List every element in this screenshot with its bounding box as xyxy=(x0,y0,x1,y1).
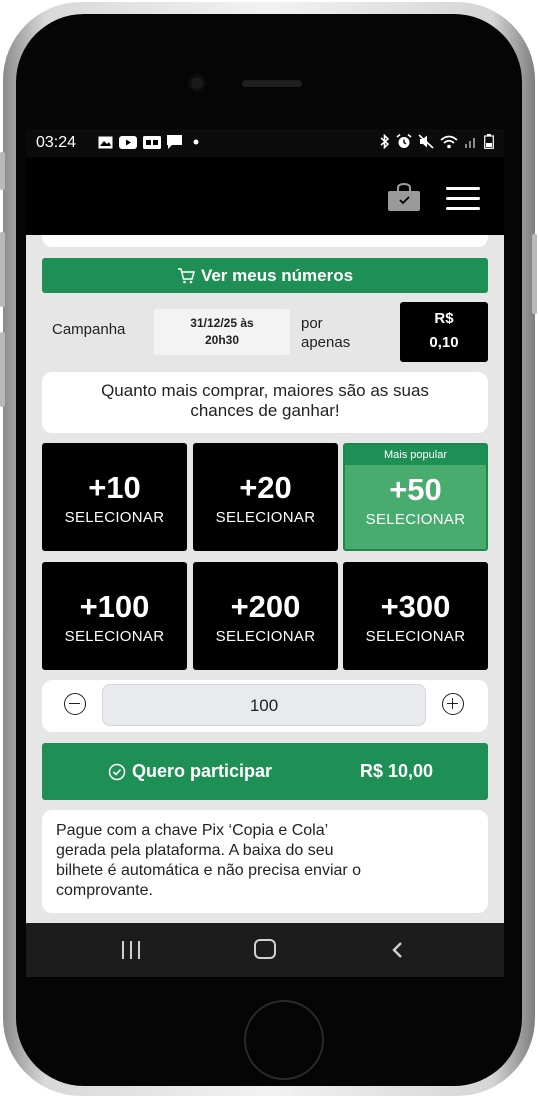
youtube-icon xyxy=(119,135,137,149)
plus-circle-icon[interactable] xyxy=(442,693,464,715)
option-select-label: SELECIONAR xyxy=(215,509,316,526)
view-my-numbers-label: Ver meus números xyxy=(200,265,354,285)
bluetooth-icon xyxy=(380,134,390,149)
participate-button[interactable]: Quero participar R$ 10,00 xyxy=(42,743,488,800)
app-header xyxy=(26,157,504,235)
main-content: Ver meus números Campanha 31/12/25 às 20… xyxy=(26,235,504,923)
option-plus-300[interactable]: +300 SELECIONAR xyxy=(343,562,488,670)
option-amount: +100 xyxy=(79,589,150,624)
minus-circle-icon[interactable] xyxy=(64,693,86,715)
info-message: Quanto mais comprar, maiores são as suas… xyxy=(42,372,488,433)
option-plus-10[interactable]: +10 SELECIONAR xyxy=(42,443,187,551)
home-icon[interactable] xyxy=(254,939,276,959)
ticket-price-value: 0,10 xyxy=(429,334,459,351)
alarm-icon xyxy=(396,134,412,148)
pix-instructions: Pague com a chave Pix ‘Copia e Cola’ ger… xyxy=(42,810,488,913)
dot-icon xyxy=(193,139,199,145)
participate-total: R$ 10,00 xyxy=(360,761,434,781)
participate-label: Quero participar xyxy=(132,761,273,781)
pix-instructions-line: gerada pela plataforma. A baixa do seu xyxy=(56,842,334,859)
side-button-volume-up xyxy=(0,232,5,307)
wifi-icon xyxy=(440,135,458,148)
price-prefix-line2: apenas xyxy=(301,334,351,351)
option-select-label: SELECIONAR xyxy=(365,628,466,645)
android-nav-bar xyxy=(26,923,504,977)
previous-card xyxy=(42,235,488,247)
system-icons xyxy=(380,134,494,149)
option-amount: +300 xyxy=(380,589,451,624)
quantity-stepper: 100 xyxy=(42,680,488,732)
option-amount: +10 xyxy=(88,470,141,505)
ticket-price: R$ 0,10 xyxy=(400,302,488,362)
info-message-line2: chances de ganhar! xyxy=(190,401,340,420)
recent-apps-icon[interactable] xyxy=(122,941,142,959)
hamburger-menu-icon[interactable] xyxy=(446,187,480,211)
mute-icon xyxy=(418,134,434,149)
cart-icon xyxy=(177,267,195,283)
front-camera xyxy=(188,74,206,92)
back-icon[interactable] xyxy=(390,941,406,959)
status-bar: 03:24 xyxy=(26,129,504,157)
pix-instructions-line: comprovante. xyxy=(56,882,153,899)
phone-screen: 03:24 Ver meus números Campanha 31/12/25… xyxy=(26,129,504,977)
most-popular-badge: Mais popular xyxy=(345,445,486,465)
option-amount: +50 xyxy=(389,472,442,507)
option-amount: +20 xyxy=(239,470,292,505)
side-button-power xyxy=(532,234,537,314)
battery-icon xyxy=(484,134,494,149)
earpiece-speaker xyxy=(242,80,302,87)
side-button-mute xyxy=(0,152,5,190)
physical-home-button[interactable] xyxy=(244,1000,324,1080)
image-icon xyxy=(98,136,113,148)
notification-icons xyxy=(98,135,200,149)
shopping-bag-icon[interactable] xyxy=(388,183,420,211)
option-plus-200[interactable]: +200 SELECIONAR xyxy=(193,562,338,670)
participate-label-group: Quero participar xyxy=(108,761,272,782)
status-time: 03:24 xyxy=(36,134,77,151)
pix-instructions-line: bilhete é automática e não precisa envia… xyxy=(56,862,362,879)
option-select-label: SELECIONAR xyxy=(64,509,165,526)
campaign-date-line1: 31/12/25 às xyxy=(190,316,254,330)
caption-icon xyxy=(143,135,161,149)
chat-icon xyxy=(167,135,182,149)
campaign-date-line2: 20h30 xyxy=(204,333,240,347)
signal-icon xyxy=(465,137,475,148)
side-button-volume-down xyxy=(0,332,5,407)
price-prefix: por apenas xyxy=(301,314,350,352)
check-circle-icon xyxy=(108,763,126,780)
pix-instructions-line: Pague com a chave Pix ‘Copia e Cola’ xyxy=(56,822,329,839)
campaign-label: Campanha xyxy=(52,321,126,338)
view-my-numbers-button[interactable]: Ver meus números xyxy=(42,258,488,293)
option-select-label: SELECIONAR xyxy=(365,511,466,528)
option-plus-100[interactable]: +100 SELECIONAR xyxy=(42,562,187,670)
quantity-input[interactable]: 100 xyxy=(102,684,426,726)
info-message-line1: Quanto mais comprar, maiores são as suas xyxy=(101,381,429,400)
campaign-date: 31/12/25 às 20h30 xyxy=(154,309,290,355)
option-amount: +200 xyxy=(230,589,301,624)
ticket-price-currency: R$ xyxy=(434,310,454,327)
price-prefix-line1: por xyxy=(301,315,323,332)
option-plus-20[interactable]: +20 SELECIONAR xyxy=(193,443,338,551)
option-select-label: SELECIONAR xyxy=(215,628,316,645)
option-select-label: SELECIONAR xyxy=(64,628,165,645)
option-plus-50[interactable]: Mais popular +50 SELECIONAR xyxy=(343,443,488,551)
